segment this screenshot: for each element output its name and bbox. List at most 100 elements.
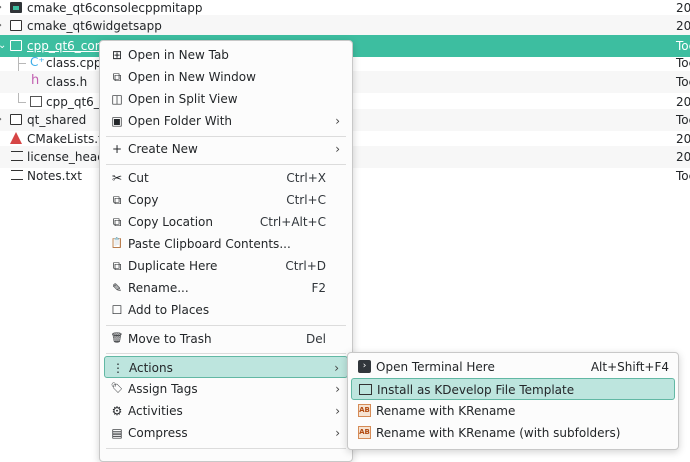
menu-item-label: Create New — [128, 142, 198, 156]
menu-separator — [106, 353, 346, 354]
menu-item-actions[interactable]: ⋮ Actions › — [104, 356, 348, 378]
new-tab-icon: ⊞ — [111, 48, 123, 62]
menu-item-move-to-trash[interactable]: 🗑 Move to Trash Del — [104, 328, 348, 350]
new-window-icon: ⧉ — [112, 70, 122, 84]
tag-icon: 🏷 — [110, 383, 124, 394]
menu-item-add-to-places[interactable]: ☐ Add to Places — [104, 299, 348, 321]
menu-item-label: Open in Split View — [128, 92, 238, 106]
menu-item-label: Compress — [128, 426, 188, 440]
cpp-file-icon: C⁺ — [30, 55, 45, 69]
menu-item-paste[interactable]: 📋 Paste Clipboard Contents... — [104, 233, 348, 255]
archive-icon: ▤ — [111, 426, 123, 440]
menu-item-create-new[interactable]: + Create New › — [104, 138, 348, 160]
menu-item-label: Open Folder With — [128, 114, 233, 128]
menu-item-duplicate-here[interactable]: ⧉ Duplicate Here Ctrl+D — [104, 255, 348, 277]
menu-separator — [106, 164, 346, 165]
menu-separator — [106, 448, 346, 449]
menu-item-open-folder-with[interactable]: ▣ Open Folder With › — [104, 110, 348, 132]
chevron-right-icon: › — [335, 114, 340, 128]
menu-item-copy-location[interactable]: ⧉ Copy Location Ctrl+Alt+C — [104, 211, 348, 233]
collapsed-arrow-icon[interactable]: › — [0, 15, 2, 37]
menu-item-label: Assign Tags — [128, 382, 198, 396]
chevron-right-icon: › — [335, 382, 340, 396]
menu-item-label: Rename... — [128, 281, 189, 295]
actions-icon: ⋮ — [112, 361, 124, 375]
menu-item-open-new-tab[interactable]: ⊞ Open in New Tab — [104, 44, 348, 66]
shortcut-label: Ctrl+C — [286, 193, 326, 207]
krename-icon: AB — [358, 404, 371, 417]
submenu-item-install-kdevelop-template[interactable]: Install as KDevelop File Template — [351, 378, 675, 400]
pencil-icon: ✎ — [111, 281, 123, 295]
folder-icon — [10, 114, 22, 125]
paste-icon: 📋 — [110, 238, 124, 249]
header-file-icon: h — [31, 73, 40, 88]
chevron-right-icon: › — [335, 404, 340, 418]
chevron-right-icon: › — [335, 142, 340, 156]
menu-item-assign-tags[interactable]: 🏷 Assign Tags › — [104, 378, 348, 400]
folder-dark-icon — [10, 2, 22, 13]
menu-separator — [106, 136, 346, 137]
menu-item-label: Actions — [129, 361, 173, 375]
menu-item-label: Cut — [128, 171, 149, 185]
file-row[interactable]: › cmake_qt6widgetsapp 202 — [0, 15, 690, 37]
image-file-icon — [30, 96, 42, 107]
menu-item-rename[interactable]: ✎ Rename... F2 — [104, 277, 348, 299]
krename-icon: AB — [358, 426, 371, 439]
shortcut-label: Ctrl+D — [285, 259, 326, 273]
file-date: Toc — [676, 169, 690, 183]
folder-icon — [10, 20, 22, 31]
shortcut-label: Alt+Shift+F4 — [590, 360, 669, 374]
actions-submenu: › Open Terminal Here Alt+Shift+F4 Instal… — [347, 352, 679, 450]
submenu-item-label: Install as KDevelop File Template — [377, 383, 575, 397]
split-view-icon: ◫ — [111, 92, 123, 106]
text-file-icon — [11, 151, 23, 161]
copy-icon: ⧉ — [112, 193, 122, 207]
terminal-icon: › — [358, 360, 371, 373]
submenu-item-label: Open Terminal Here — [376, 360, 495, 374]
menu-item-label: Move to Trash — [128, 332, 212, 346]
scissors-icon: ✂ — [111, 171, 123, 185]
menu-item-label: Copy — [128, 193, 159, 207]
plus-icon: + — [111, 142, 123, 156]
shortcut-label: Ctrl+X — [286, 171, 326, 185]
menu-item-label: Duplicate Here — [128, 259, 218, 273]
trash-icon: 🗑 — [110, 333, 124, 344]
activities-icon: ⚙ — [111, 404, 123, 418]
folder-icon — [359, 384, 372, 395]
cmake-icon — [10, 132, 22, 144]
menu-item-label: Copy Location — [128, 215, 214, 229]
menu-item-activities[interactable]: ⚙ Activities › — [104, 400, 348, 422]
file-name: class.h — [46, 75, 88, 89]
places-icon: ☐ — [111, 303, 123, 317]
shortcut-label: Del — [306, 332, 326, 346]
menu-item-cut[interactable]: ✂ Cut Ctrl+X — [104, 167, 348, 189]
menu-separator — [106, 325, 346, 326]
file-name: cmake_qt6widgetsapp — [27, 19, 162, 33]
submenu-item-open-terminal[interactable]: › Open Terminal Here Alt+Shift+F4 — [351, 356, 675, 378]
file-date: Toc — [676, 75, 690, 89]
submenu-item-rename-krename[interactable]: AB Rename with KRename — [351, 400, 675, 422]
menu-item-compress[interactable]: ▤ Compress › — [104, 422, 348, 444]
menu-item-label: Open in New Window — [128, 70, 256, 84]
context-menu: ⊞ Open in New Tab ⧉ Open in New Window ◫… — [99, 40, 353, 462]
text-file-icon — [11, 170, 23, 180]
menu-item-label: Add to Places — [128, 303, 210, 317]
submenu-item-label: Rename with KRename (with subfolders) — [376, 426, 621, 440]
shortcut-label: Ctrl+Alt+C — [259, 215, 326, 229]
submenu-item-rename-krename-subfolders[interactable]: AB Rename with KRename (with subfolders) — [351, 422, 675, 444]
file-date: 202 — [676, 19, 690, 33]
submenu-item-label: Rename with KRename — [376, 404, 516, 418]
file-name: Notes.txt — [27, 169, 82, 183]
duplicate-icon: ⧉ — [112, 259, 122, 273]
menu-item-copy[interactable]: ⧉ Copy Ctrl+C — [104, 189, 348, 211]
menu-item-label: Open in New Tab — [128, 48, 229, 62]
menu-item-open-new-window[interactable]: ⧉ Open in New Window — [104, 66, 348, 88]
shortcut-label: F2 — [311, 281, 326, 295]
menu-item-label: Paste Clipboard Contents... — [128, 237, 291, 251]
folder-open-icon — [10, 40, 22, 51]
copy-location-icon: ⧉ — [112, 215, 122, 229]
menu-item-open-split-view[interactable]: ◫ Open in Split View — [104, 88, 348, 110]
chevron-right-icon: › — [334, 361, 339, 375]
chevron-right-icon: › — [335, 426, 340, 440]
menu-item-label: Activities — [128, 404, 183, 418]
